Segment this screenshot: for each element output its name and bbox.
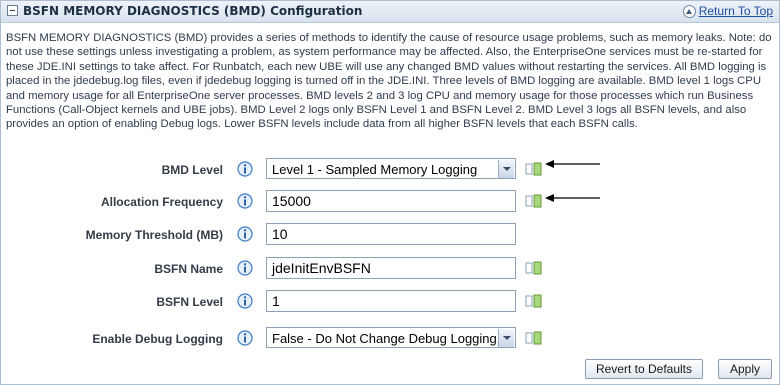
row-bsfn-name: BSFN Name jdeInitEnvBSFN bbox=[1, 257, 779, 283]
panel-header: BSFN MEMORY DIAGNOSTICS (BMD) Configurat… bbox=[1, 1, 779, 23]
bmd-config-panel: BSFN MEMORY DIAGNOSTICS (BMD) Configurat… bbox=[0, 0, 780, 385]
bsfn-level-input[interactable]: 1 bbox=[266, 290, 516, 312]
info-icon[interactable] bbox=[237, 260, 253, 276]
return-to-top[interactable]: Return To Top bbox=[682, 4, 773, 18]
apply-button[interactable]: Apply bbox=[718, 359, 772, 379]
enable-debug-logging-label: Enable Debug Logging bbox=[92, 332, 223, 346]
bsfn-name-label: BSFN Name bbox=[154, 262, 223, 276]
info-icon[interactable] bbox=[237, 226, 253, 242]
chevron-down-icon[interactable] bbox=[498, 329, 514, 347]
row-enable-debug-logging: Enable Debug Logging False - Do Not Chan… bbox=[1, 327, 779, 353]
annotation-arrow-icon bbox=[545, 160, 600, 168]
override-icon[interactable] bbox=[525, 162, 543, 176]
info-icon[interactable] bbox=[237, 330, 253, 346]
override-icon[interactable] bbox=[525, 294, 543, 308]
bmd-level-label: BMD Level bbox=[161, 163, 223, 177]
enable-debug-logging-value: False - Do Not Change Debug Logging bbox=[272, 331, 497, 346]
override-icon[interactable] bbox=[525, 261, 543, 275]
up-arrow-icon[interactable] bbox=[682, 4, 696, 18]
info-icon[interactable] bbox=[237, 293, 253, 309]
row-memory-threshold: Memory Threshold (MB) 10 bbox=[1, 223, 779, 249]
bmd-level-value: Level 1 - Sampled Memory Logging bbox=[272, 162, 478, 177]
bsfn-level-label: BSFN Level bbox=[156, 295, 223, 309]
bmd-level-select[interactable]: Level 1 - Sampled Memory Logging bbox=[266, 158, 516, 179]
memory-threshold-input[interactable]: 10 bbox=[266, 223, 516, 245]
memory-threshold-label: Memory Threshold (MB) bbox=[85, 228, 223, 242]
description-text: BSFN MEMORY DIAGNOSTICS (BMD) provides a… bbox=[6, 32, 772, 131]
row-bmd-level: BMD Level Level 1 - Sampled Memory Loggi… bbox=[1, 158, 779, 184]
override-icon[interactable] bbox=[525, 194, 543, 208]
row-allocation-frequency: Allocation Frequency 15000 bbox=[1, 190, 779, 216]
allocation-frequency-input[interactable]: 15000 bbox=[266, 190, 516, 212]
bsfn-name-input[interactable]: jdeInitEnvBSFN bbox=[266, 257, 516, 279]
panel-title: BSFN MEMORY DIAGNOSTICS (BMD) Configurat… bbox=[23, 4, 363, 18]
return-to-top-link[interactable]: Return To Top bbox=[699, 4, 773, 18]
revert-to-defaults-button[interactable]: Revert to Defaults bbox=[585, 359, 703, 379]
info-icon[interactable] bbox=[237, 161, 253, 177]
chevron-down-icon[interactable] bbox=[498, 160, 514, 178]
enable-debug-logging-select[interactable]: False - Do Not Change Debug Logging bbox=[266, 327, 516, 348]
info-icon[interactable] bbox=[237, 193, 253, 209]
annotation-arrow-icon bbox=[545, 194, 600, 202]
override-icon[interactable] bbox=[525, 331, 543, 345]
allocation-frequency-label: Allocation Frequency bbox=[100, 195, 223, 209]
row-bsfn-level: BSFN Level 1 bbox=[1, 290, 779, 316]
collapse-minus-icon[interactable] bbox=[7, 5, 18, 16]
